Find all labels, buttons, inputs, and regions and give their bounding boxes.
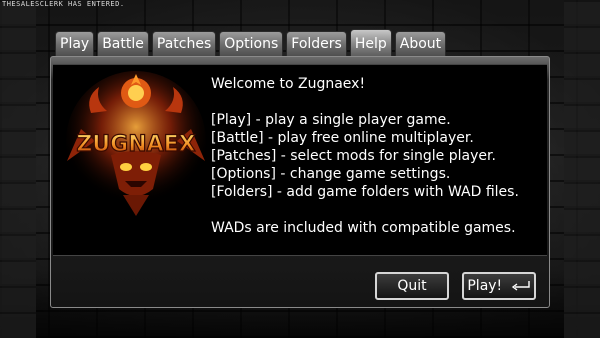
tab-battle[interactable]: Battle xyxy=(97,31,149,57)
help-line-battle: [Battle] - play free online multiplayer. xyxy=(211,130,474,146)
help-panel: ZUGNAEX Welcome to Zugnaex! [Play] - pla… xyxy=(50,56,550,308)
play-button[interactable]: Play! xyxy=(462,272,536,300)
tab-about[interactable]: About xyxy=(394,31,447,57)
help-content: ZUGNAEX Welcome to Zugnaex! [Play] - pla… xyxy=(53,64,547,256)
chat-message: THESALESCLERK HAS ENTERED. xyxy=(2,0,125,8)
right-pillar xyxy=(564,0,600,338)
tab-patches[interactable]: Patches xyxy=(151,31,217,57)
welcome-heading: Welcome to Zugnaex! xyxy=(211,76,366,92)
launcher-window: Play Battle Patches Options Folders Help… xyxy=(50,28,550,310)
zugnaex-logo: ZUGNAEX xyxy=(66,71,206,216)
tab-folders[interactable]: Folders xyxy=(286,31,347,57)
help-line-play: [Play] - play a single player game. xyxy=(211,112,451,128)
quit-button-label: Quit xyxy=(397,278,427,294)
tab-options[interactable]: Options xyxy=(219,31,284,57)
help-footer-note: WADs are included with compatible games. xyxy=(211,220,516,236)
play-button-label: Play! xyxy=(467,278,503,294)
left-pillar xyxy=(0,0,36,338)
svg-text:ZUGNAEX: ZUGNAEX xyxy=(76,132,195,157)
tab-bar: Play Battle Patches Options Folders Help… xyxy=(55,29,449,57)
help-line-patches: [Patches] - select mods for single playe… xyxy=(211,148,496,164)
tab-help[interactable]: Help xyxy=(349,29,392,57)
help-line-options: [Options] - change game settings. xyxy=(211,166,451,182)
quit-button[interactable]: Quit xyxy=(375,272,449,300)
help-text: Welcome to Zugnaex! [Play] - play a sing… xyxy=(211,75,541,237)
enter-key-icon xyxy=(511,281,530,291)
help-line-folders: [Folders] - add game folders with WAD fi… xyxy=(211,184,519,200)
tab-play[interactable]: Play xyxy=(55,31,95,57)
